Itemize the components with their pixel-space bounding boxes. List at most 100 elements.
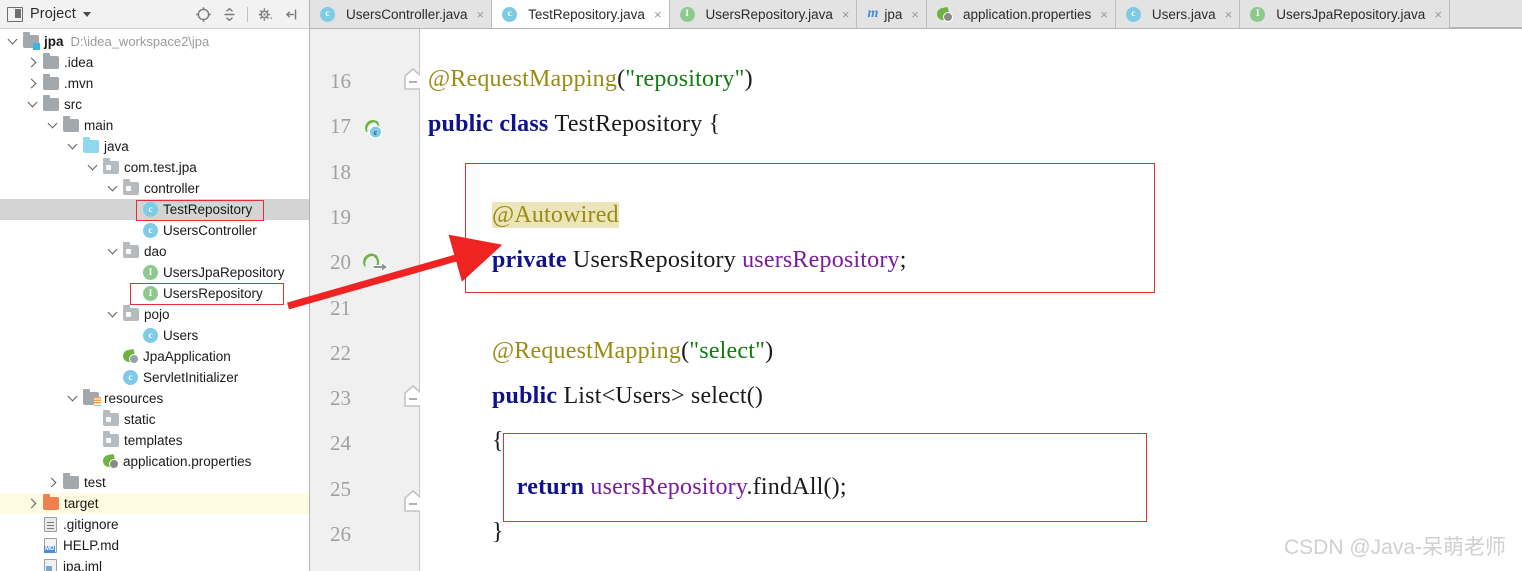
gear-icon[interactable]: [257, 6, 274, 23]
resources-folder-icon: [83, 389, 101, 406]
code-token: usersRepository: [590, 473, 747, 500]
module-folder-icon: [23, 32, 40, 50]
tree-item-application-properties[interactable]: application.properties: [0, 451, 309, 472]
text-file-icon: [44, 517, 57, 532]
tree-item-label: main: [84, 118, 114, 133]
tree-item-testrepository[interactable]: c TestRepository: [0, 199, 309, 220]
code-line-23: public List<Users> select(): [492, 384, 763, 408]
editor-tab-testrepository-java[interactable]: c TestRepository.java ×: [492, 0, 670, 28]
tree-item-src[interactable]: src: [0, 94, 309, 115]
tree-item-userscontroller[interactable]: c UsersController: [0, 220, 309, 241]
chevron-down-icon[interactable]: [48, 120, 59, 131]
chevron-down-icon[interactable]: [88, 162, 99, 173]
tree-item-controller[interactable]: controller: [0, 178, 309, 199]
code-text[interactable]: @RequestMapping("repository") public clas…: [420, 29, 1522, 571]
close-icon[interactable]: ×: [1225, 8, 1233, 21]
tree-item-usersrepository[interactable]: I UsersRepository: [0, 283, 309, 304]
code-token: @RequestMapping: [492, 337, 682, 364]
code-line-19: @Autowired: [492, 201, 619, 228]
package-folder-icon: [103, 431, 119, 447]
java-class-icon: c: [502, 6, 518, 22]
chevron-right-icon[interactable]: [48, 477, 59, 488]
tree-item-resources[interactable]: resources: [0, 388, 309, 409]
tree-item-label: resources: [104, 391, 164, 406]
package-folder-icon: [103, 410, 119, 426]
line-number: 22: [330, 340, 351, 365]
tree-item-target[interactable]: target: [0, 493, 309, 514]
editor-tab-users-java[interactable]: c Users.java ×: [1115, 0, 1241, 28]
tree-item-static[interactable]: static: [0, 409, 309, 430]
tree-item-test[interactable]: test: [0, 472, 309, 493]
code-token: .findAll();: [746, 473, 847, 500]
package-folder-icon: [123, 179, 139, 195]
tree-item-templates[interactable]: templates: [0, 430, 309, 451]
java-interface-icon: I: [1250, 6, 1266, 22]
chevron-right-icon[interactable]: [28, 78, 39, 89]
chevron-down-icon[interactable]: [68, 393, 79, 404]
tree-item-dao[interactable]: dao: [0, 241, 309, 262]
close-icon[interactable]: ×: [842, 8, 850, 21]
tree-item-jpa[interactable]: jpa D:\idea_workspace2\jpa: [0, 31, 309, 52]
tree-item-mvn[interactable]: .mvn: [0, 73, 309, 94]
package-folder-icon: [123, 242, 139, 258]
locate-in-tree-icon[interactable]: [195, 6, 212, 23]
close-icon[interactable]: ×: [911, 8, 919, 21]
project-tree[interactable]: jpa D:\idea_workspace2\jpa .idea .mvn src mai…: [0, 29, 309, 571]
spring-bean-injection-icon[interactable]: [360, 251, 390, 284]
editor-gutter[interactable]: c 16 17 18 19 20 21 22 23 24 25 26: [310, 29, 422, 571]
watermark: CSDN @Java-呆萌老师: [1283, 536, 1506, 559]
tree-item-label: dao: [144, 244, 167, 259]
close-icon[interactable]: ×: [477, 8, 485, 21]
code-line-26: }: [492, 520, 504, 544]
tree-item-label: jpa: [44, 34, 64, 49]
tree-item-label: jpa.iml: [63, 559, 103, 571]
tree-item-usersjparepository[interactable]: I UsersJpaRepository: [0, 262, 309, 283]
editor-tab-usersrepository-java[interactable]: I UsersRepository.java ×: [669, 0, 858, 28]
code-token: List<Users> select(): [563, 383, 764, 410]
spring-bean-class-icon[interactable]: c: [361, 117, 385, 146]
chevron-right-icon[interactable]: [28, 498, 39, 509]
chevron-down-icon[interactable]: [28, 99, 39, 110]
tree-item-path: D:\idea_workspace2\jpa: [70, 34, 210, 49]
tree-item-jpa-iml[interactable]: jpa.iml: [0, 556, 309, 571]
java-interface-icon: I: [679, 6, 695, 22]
tree-item-com-test-jpa[interactable]: com.test.jpa: [0, 157, 309, 178]
tree-item-idea[interactable]: .idea: [0, 52, 309, 73]
tree-item-java[interactable]: java: [0, 136, 309, 157]
chevron-down-icon[interactable]: [108, 183, 119, 194]
tree-item-jpaapplication[interactable]: JpaApplication: [0, 346, 309, 367]
close-icon[interactable]: ×: [1100, 8, 1108, 21]
editor-tab-jpa[interactable]: m jpa ×: [857, 0, 927, 28]
chevron-down-icon[interactable]: [8, 36, 19, 47]
tree-item-pojo[interactable]: pojo: [0, 304, 309, 325]
close-icon[interactable]: ×: [654, 8, 662, 21]
tree-item-label: .mvn: [64, 76, 94, 91]
editor-tab-application-properties[interactable]: application.properties ×: [926, 0, 1116, 28]
editor-tab-usersjparepository-java[interactable]: I UsersJpaRepository.java ×: [1240, 0, 1450, 28]
code-token: }: [492, 519, 504, 545]
project-icon: [7, 6, 23, 22]
tree-item-gitignore[interactable]: .gitignore: [0, 514, 309, 535]
chevron-down-icon[interactable]: [108, 246, 119, 257]
tree-item-users[interactable]: c Users: [0, 325, 309, 346]
close-icon[interactable]: ×: [1434, 8, 1442, 21]
editor-tab-bar[interactable]: c UsersController.java × c TestRepository.ja…: [310, 0, 1522, 29]
java-class-icon: c: [123, 370, 138, 385]
tree-item-main[interactable]: main: [0, 115, 309, 136]
chevron-down-icon[interactable]: [108, 309, 119, 320]
chevron-down-icon[interactable]: [82, 11, 91, 17]
tree-item-servletinitializer[interactable]: c ServletInitializer: [0, 367, 309, 388]
project-panel-toolbar: [195, 6, 303, 23]
code-token: TestRepository {: [554, 111, 721, 138]
chevron-right-icon[interactable]: [28, 57, 39, 68]
tree-item-help-md[interactable]: HELP.md: [0, 535, 309, 556]
editor-tab-userscontroller-java[interactable]: c UsersController.java ×: [310, 0, 493, 28]
hide-panel-icon[interactable]: [283, 6, 300, 23]
chevron-down-icon[interactable]: [68, 141, 79, 152]
collapse-all-icon[interactable]: [221, 6, 238, 23]
